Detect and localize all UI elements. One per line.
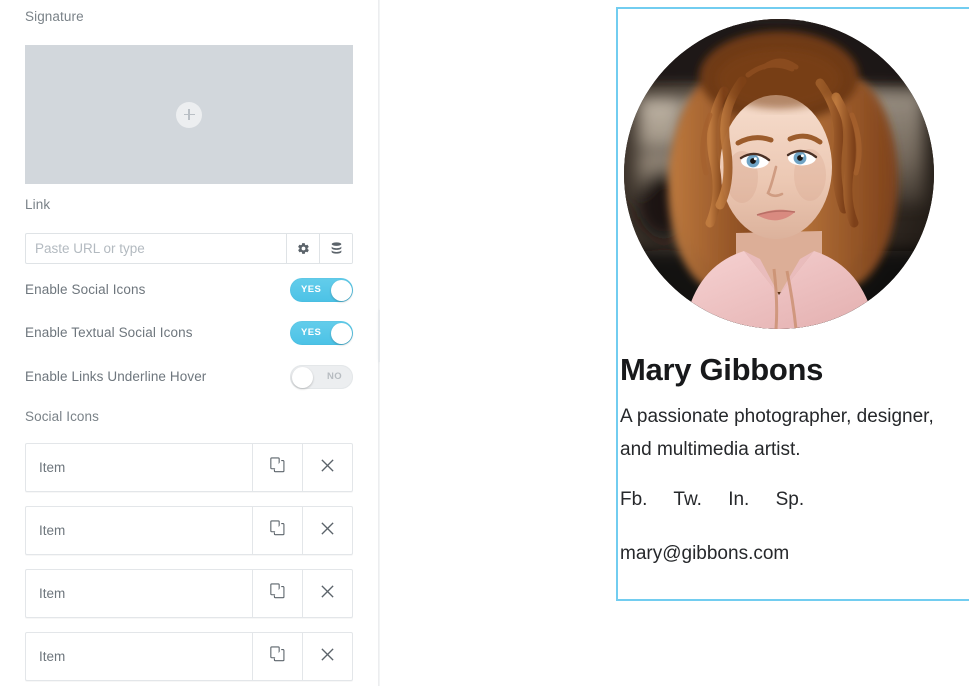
toggle-row-enable-textual-social-icons: Enable Textual Social Icons YES xyxy=(25,321,353,345)
list-item[interactable]: Item xyxy=(25,632,353,681)
preview-canvas: Mary Gibbons A passionate photographer, … xyxy=(380,0,969,686)
list-item[interactable]: Item xyxy=(25,506,353,555)
link-url-input[interactable] xyxy=(26,234,286,263)
social-icons-field-group: Social Icons Item Item Item Item xyxy=(25,409,353,681)
copy-icon xyxy=(270,583,285,604)
duplicate-item-button[interactable] xyxy=(252,507,302,554)
link-field-group: Link xyxy=(25,197,353,264)
signature-editor-app: Signature Link Paste URL or type Enable … xyxy=(0,0,969,686)
portrait-photo xyxy=(624,19,934,329)
social-link-sp[interactable]: Sp. xyxy=(776,489,805,510)
remove-item-button[interactable] xyxy=(302,444,352,491)
avatar xyxy=(624,19,934,329)
signature-name: Mary Gibbons xyxy=(620,352,824,387)
remove-item-button[interactable] xyxy=(302,633,352,680)
list-item-label: Item xyxy=(39,523,66,538)
database-icon xyxy=(330,241,343,256)
link-input-row xyxy=(25,233,353,264)
duplicate-item-button[interactable] xyxy=(252,444,302,491)
settings-panel: Signature Link Paste URL or type Enable … xyxy=(0,0,378,686)
close-icon xyxy=(320,458,335,478)
gear-icon xyxy=(297,242,310,255)
toggle-enable-links-underline-hover[interactable]: NO xyxy=(290,365,353,389)
plus-icon[interactable] xyxy=(176,101,202,128)
close-icon xyxy=(320,584,335,604)
close-icon xyxy=(320,521,335,541)
toggle-knob xyxy=(291,366,313,388)
signature-bio: A passionate photographer, designer, and… xyxy=(620,406,934,460)
toggle-knob xyxy=(330,279,352,301)
link-label: Link xyxy=(25,197,51,212)
remove-item-button[interactable] xyxy=(302,570,352,617)
signature-social-links: Fb. Tw. In. Sp. xyxy=(620,486,969,514)
copy-icon xyxy=(270,457,285,478)
social-icons-label: Social Icons xyxy=(25,409,99,424)
social-icons-repeater: Item Item Item Item xyxy=(25,443,353,681)
link-settings-button[interactable] xyxy=(286,234,319,263)
duplicate-item-button[interactable] xyxy=(252,570,302,617)
duplicate-item-button[interactable] xyxy=(252,633,302,680)
toggle-state-text: NO xyxy=(326,371,342,382)
signature-label: Signature xyxy=(25,9,84,24)
list-item[interactable]: Item xyxy=(25,443,353,492)
social-link-in[interactable]: In. xyxy=(728,489,749,510)
toggle-enable-social-icons[interactable]: YES xyxy=(290,278,353,302)
close-icon xyxy=(320,647,335,667)
toggle-enable-textual-social-icons[interactable]: YES xyxy=(290,321,353,345)
list-item-label: Item xyxy=(39,586,66,601)
toggle-label: Enable Links Underline Hover xyxy=(25,369,207,384)
avatar-wrapper xyxy=(624,19,934,329)
toggle-row-enable-social-icons: Enable Social Icons YES xyxy=(25,278,353,302)
link-datasource-button[interactable] xyxy=(319,234,352,263)
social-link-fb[interactable]: Fb. xyxy=(620,489,647,510)
toggle-label: Enable Social Icons xyxy=(25,282,146,297)
list-item[interactable]: Item xyxy=(25,569,353,618)
toggle-label: Enable Textual Social Icons xyxy=(25,325,193,340)
signature-image-dropzone[interactable] xyxy=(25,45,353,184)
copy-icon xyxy=(270,520,285,541)
toggle-state-text: YES xyxy=(301,284,322,295)
toggle-knob xyxy=(330,322,352,344)
copy-icon xyxy=(270,646,285,667)
social-link-tw[interactable]: Tw. xyxy=(673,489,702,510)
signature-field-group: Signature xyxy=(25,9,353,184)
toggle-state-text: YES xyxy=(301,327,322,338)
remove-item-button[interactable] xyxy=(302,507,352,554)
signature-email[interactable]: mary@gibbons.com xyxy=(620,540,969,568)
signature-preview-block[interactable]: Mary Gibbons A passionate photographer, … xyxy=(616,7,969,601)
toggle-row-enable-links-underline-hover: Enable Links Underline Hover NO xyxy=(25,365,353,389)
list-item-label: Item xyxy=(39,649,66,664)
list-item-label: Item xyxy=(39,460,66,475)
